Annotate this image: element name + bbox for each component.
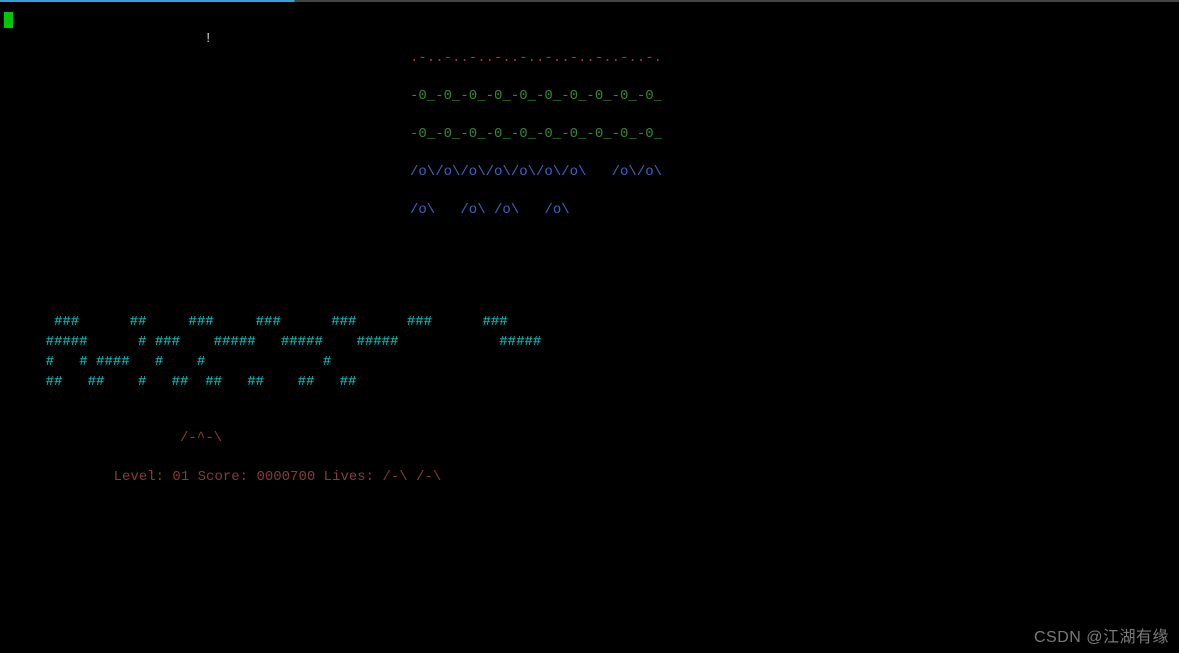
alien-row-green-1: -0_-0_-0_-0_-0_-0_-0_-0_-0_-0_ (410, 87, 662, 106)
shield-line-4: ## ## # ## ## ## ## ## (12, 373, 356, 392)
score-label: Score: (189, 469, 256, 485)
alien-row-green-2: -0_-0_-0_-0_-0_-0_-0_-0_-0_-0_ (410, 125, 662, 144)
terminal-cursor (4, 12, 13, 28)
shield-line-1: ### ## ### ### ### ### ### (12, 313, 508, 332)
alien-row-blue-1: /o\/o\/o\/o\/o\/o\/o\ /o\/o\ (410, 163, 662, 182)
lives-value: /-\ /-\ (382, 469, 441, 485)
shield-line-2: ##### # ### ##### ##### ##### ##### (12, 333, 541, 352)
status-bar: Level: 01 Score: 0000700 Lives: /-\ /-\ (80, 449, 441, 506)
level-label: Level: (114, 469, 173, 485)
watermark: CSDN @江湖有缘 (1034, 628, 1169, 647)
player-ship[interactable]: /-^-\ (180, 429, 222, 448)
lives-label: Lives: (315, 469, 382, 485)
terminal-screen[interactable]: ! .-..-..-..-..-..-..-..-..-..-. -0_-0_-… (0, 0, 1179, 653)
level-value: 01 (172, 469, 189, 485)
window-titlebar (0, 0, 1179, 2)
mothership-row: .-..-..-..-..-..-..-..-..-..-. (410, 49, 662, 68)
shield-line-3: # # #### # # # (12, 353, 331, 372)
player-bullet: ! (204, 30, 212, 49)
alien-row-blue-2: /o\ /o\ /o\ /o\ (410, 201, 570, 220)
score-value: 0000700 (256, 469, 315, 485)
